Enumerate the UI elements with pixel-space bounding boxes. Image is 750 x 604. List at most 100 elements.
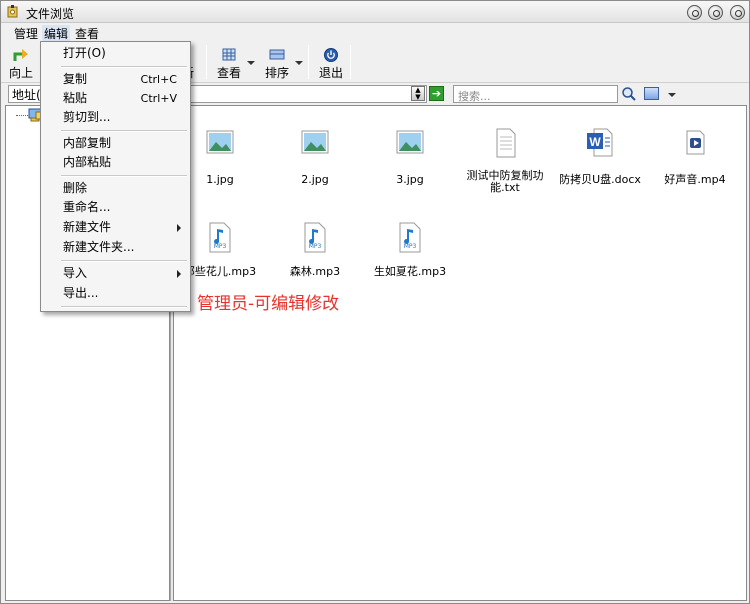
menu-cut-to-label: 剪切到... [63, 110, 111, 124]
address-input[interactable] [189, 85, 427, 103]
file-list-pane: 1.jpg 2.jpg 3.jpg 测试中防复制功能.txt W 防拷贝U盘.d… [173, 105, 747, 601]
toolbar-separator [308, 45, 309, 79]
maximize-button[interactable] [708, 5, 723, 20]
file-item[interactable]: 测试中防复制功能.txt [459, 126, 551, 194]
menu-new-file[interactable]: 新建文件 [42, 218, 189, 237]
admin-permission-note: 管理员-可编辑修改 [197, 294, 340, 314]
paste-shortcut: Ctrl+V [140, 92, 177, 105]
search-icon[interactable] [621, 86, 637, 102]
image-icon [396, 130, 424, 154]
file-item[interactable]: W 防拷贝U盘.docx [554, 126, 646, 186]
exit-button[interactable]: 退出 [316, 44, 346, 82]
address-label: 地址( [8, 85, 42, 103]
toolbar-separator [350, 45, 351, 79]
view-mode-dropdown-arrow[interactable] [668, 93, 676, 97]
up-button[interactable]: 向上 [7, 44, 35, 82]
mp3-icon: MP3 [399, 222, 421, 253]
menu-separator [61, 175, 187, 177]
address-dropdown-button[interactable]: ▲ ▼ [411, 86, 425, 101]
text-file-icon [496, 128, 516, 158]
view-label: 查看 [216, 66, 241, 80]
edit-menu-dropdown: 打开(O) 复制 Ctrl+C 粘贴 Ctrl+V 剪切到... 内部复制 内部粘贴… [40, 41, 191, 312]
menu-separator [61, 260, 187, 262]
sort-button[interactable]: 排序 [262, 44, 292, 82]
menu-internal-paste[interactable]: 内部粘贴 [42, 153, 189, 172]
file-name: 好声音.mp4 [664, 173, 726, 186]
menu-delete-label: 删除 [63, 181, 88, 195]
menu-rename[interactable]: 重命名... [42, 198, 189, 217]
menu-paste-label: 粘贴 [63, 91, 88, 105]
svg-text:MP3: MP3 [214, 243, 227, 250]
view-dropdown-arrow[interactable] [247, 61, 255, 65]
menu-import-label: 导入 [63, 266, 88, 280]
menu-export-label: 导出... [63, 286, 99, 300]
mp3-icon: MP3 [304, 222, 326, 253]
menu-new-folder[interactable]: 新建文件夹... [42, 238, 189, 257]
word-icon: W [587, 128, 613, 157]
file-item[interactable]: 好声音.mp4 [649, 126, 741, 186]
menu-view[interactable]: 查看 [73, 25, 101, 42]
exit-label: 退出 [318, 66, 343, 80]
go-arrow-icon[interactable]: ➔ [429, 86, 444, 101]
menu-new-file-label: 新建文件 [63, 220, 112, 234]
menu-open[interactable]: 打开(O) [42, 44, 189, 63]
menu-internal-paste-label: 内部粘贴 [63, 155, 112, 169]
power-icon [324, 48, 338, 62]
menu-copy[interactable]: 复制 Ctrl+C [42, 70, 189, 89]
video-icon [686, 130, 705, 155]
svg-text:MP3: MP3 [404, 243, 417, 250]
menu-rename-label: 重命名... [63, 200, 111, 214]
menu-manage[interactable]: 管理 [12, 25, 40, 42]
title-bar: 文件浏览 [1, 1, 749, 23]
file-item[interactable]: 2.jpg [269, 126, 361, 186]
menu-import[interactable]: 导入 [42, 264, 189, 283]
tree-connector [16, 115, 28, 116]
sort-label: 排序 [264, 66, 289, 80]
file-name: 2.jpg [301, 173, 329, 186]
menu-separator [61, 66, 187, 68]
menu-bar: 管理 编辑 查看 [1, 23, 749, 42]
copy-shortcut: Ctrl+C [140, 73, 177, 86]
menu-copy-label: 复制 [63, 72, 88, 86]
menu-open-label: 打开(O) [63, 46, 106, 60]
sort-dropdown-arrow[interactable] [295, 61, 303, 65]
image-icon [206, 130, 234, 154]
file-name: 防拷贝U盘.docx [559, 173, 641, 186]
svg-text:MP3: MP3 [309, 243, 322, 250]
app-icon [7, 5, 18, 18]
toolbar-separator [206, 45, 207, 79]
file-name: 森林.mp3 [289, 265, 341, 278]
view-mode-icon[interactable] [644, 87, 659, 100]
menu-new-folder-label: 新建文件夹... [63, 240, 135, 254]
file-name: 测试中防复制功能.txt [466, 169, 544, 194]
submenu-arrow-icon [177, 224, 181, 232]
menu-separator [61, 306, 187, 308]
menu-delete[interactable]: 删除 [42, 179, 189, 198]
view-grid-icon [222, 48, 236, 61]
search-input[interactable]: 搜索... [453, 85, 618, 103]
image-icon [301, 130, 329, 154]
file-name: 生如夏花.mp3 [373, 265, 447, 278]
file-item[interactable]: MP3 生如夏花.mp3 [364, 221, 456, 278]
file-item[interactable]: MP3 森林.mp3 [269, 221, 361, 278]
menu-export[interactable]: 导出... [42, 284, 189, 303]
file-browser-window: 文件浏览 管理 编辑 查看 向上 新 [0, 0, 750, 604]
window-title: 文件浏览 [26, 7, 75, 21]
up-label: 向上 [8, 66, 33, 80]
menu-edit[interactable]: 编辑 [42, 25, 71, 42]
sort-icon [269, 49, 285, 60]
close-button[interactable] [730, 5, 745, 20]
svg-text:W: W [589, 135, 601, 149]
submenu-arrow-icon [177, 270, 181, 278]
minimize-button[interactable] [687, 5, 702, 20]
mp3-icon: MP3 [209, 222, 231, 253]
menu-separator [61, 130, 187, 132]
file-item[interactable]: 3.jpg [364, 126, 456, 186]
menu-cut-to[interactable]: 剪切到... [42, 108, 189, 127]
file-name: 3.jpg [396, 173, 424, 186]
menu-internal-copy[interactable]: 内部复制 [42, 134, 189, 153]
menu-internal-copy-label: 内部复制 [63, 136, 112, 150]
menu-paste[interactable]: 粘贴 Ctrl+V [42, 89, 189, 108]
up-arrow-icon [13, 49, 28, 61]
view-button[interactable]: 查看 [214, 44, 244, 82]
